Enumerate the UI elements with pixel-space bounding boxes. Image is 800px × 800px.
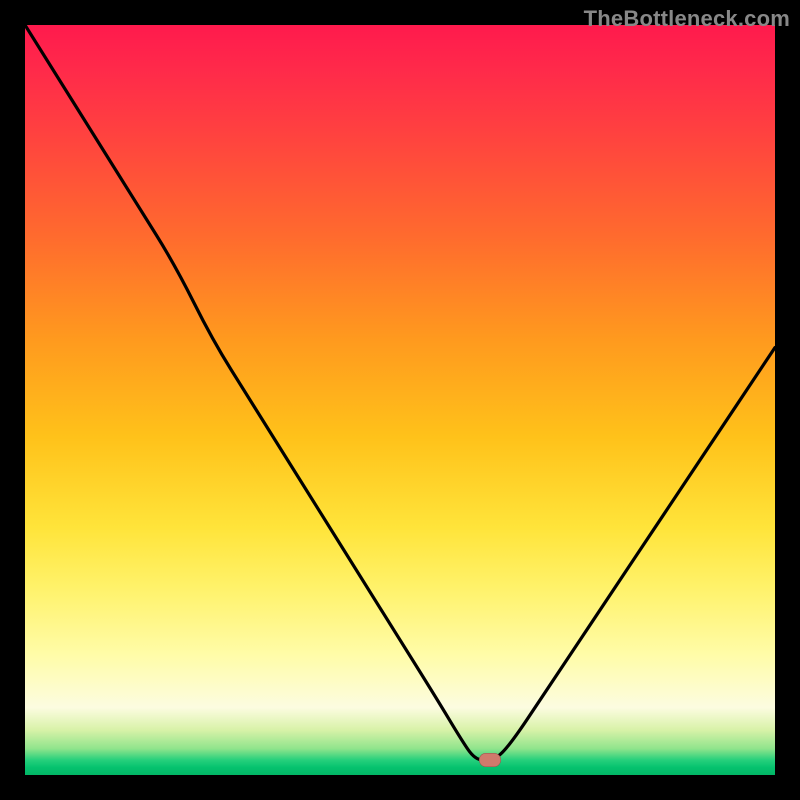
plot-area (25, 25, 775, 775)
watermark-text: TheBottleneck.com (584, 6, 790, 32)
bottleneck-curve-svg (25, 25, 775, 775)
optimal-point-marker (479, 753, 501, 767)
bottleneck-curve-path (25, 25, 775, 760)
chart-outer: TheBottleneck.com (0, 0, 800, 800)
